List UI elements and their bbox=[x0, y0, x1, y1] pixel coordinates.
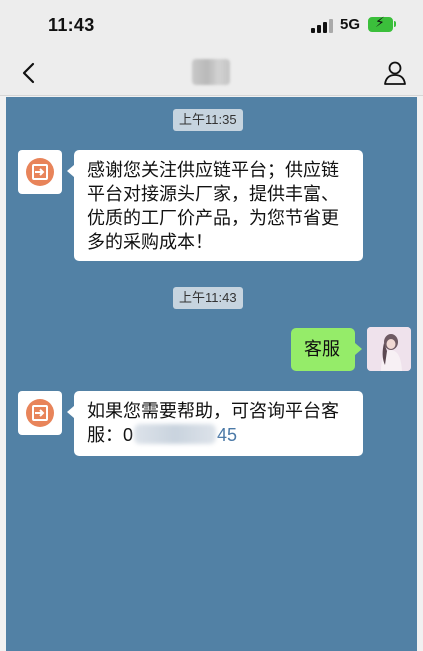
message-text: 客服 bbox=[304, 339, 340, 359]
signal-icon bbox=[311, 19, 333, 33]
timestamp: 上午11:35 bbox=[173, 109, 243, 131]
phone-redacted bbox=[134, 424, 217, 444]
chat-area[interactable]: 上午11:35 感谢您关注供应链平台；供应链 平台对接源头厂家，提供丰富、 优质… bbox=[6, 97, 417, 651]
phone-prefix: 服：0 bbox=[87, 425, 134, 445]
chat-title bbox=[192, 59, 230, 85]
message-bubble-incoming[interactable]: 如果您需要帮助，可咨询平台客 服：0 45 bbox=[67, 391, 363, 456]
message-line: 感谢您关注供应链平台；供应链 bbox=[87, 160, 339, 180]
status-time: 11:43 bbox=[48, 15, 95, 35]
login-arrow-icon bbox=[32, 405, 48, 421]
login-arrow-icon bbox=[32, 164, 48, 180]
chevron-left-icon[interactable] bbox=[20, 62, 38, 84]
message-line: 多的采购成本！ bbox=[87, 232, 213, 252]
person-icon[interactable] bbox=[383, 60, 407, 86]
bot-avatar[interactable] bbox=[18, 391, 62, 435]
user-avatar[interactable] bbox=[367, 327, 411, 371]
battery-tip bbox=[394, 21, 396, 27]
user-photo bbox=[367, 327, 411, 371]
phone-number[interactable]: 服：0 45 bbox=[87, 423, 350, 447]
network-type: 5G bbox=[340, 16, 361, 33]
message-bubble-outgoing[interactable]: 客服 bbox=[291, 328, 362, 371]
bot-avatar[interactable] bbox=[18, 150, 62, 194]
charging-icon: ⚡ bbox=[375, 14, 385, 30]
message-bubble-incoming[interactable]: 感谢您关注供应链平台；供应链 平台对接源头厂家，提供丰富、 优质的工厂价产品，为… bbox=[67, 150, 363, 261]
status-bar: 11:43 5G ⚡ bbox=[0, 0, 423, 50]
message-line: 平台对接源头厂家，提供丰富、 bbox=[87, 184, 339, 204]
nav-bar bbox=[0, 50, 423, 96]
phone-suffix: 45 bbox=[217, 425, 238, 445]
timestamp: 上午11:43 bbox=[173, 287, 243, 309]
message-line: 优质的工厂价产品，为您节省更 bbox=[87, 208, 339, 228]
message-line: 如果您需要帮助，可咨询平台客 bbox=[87, 401, 339, 421]
